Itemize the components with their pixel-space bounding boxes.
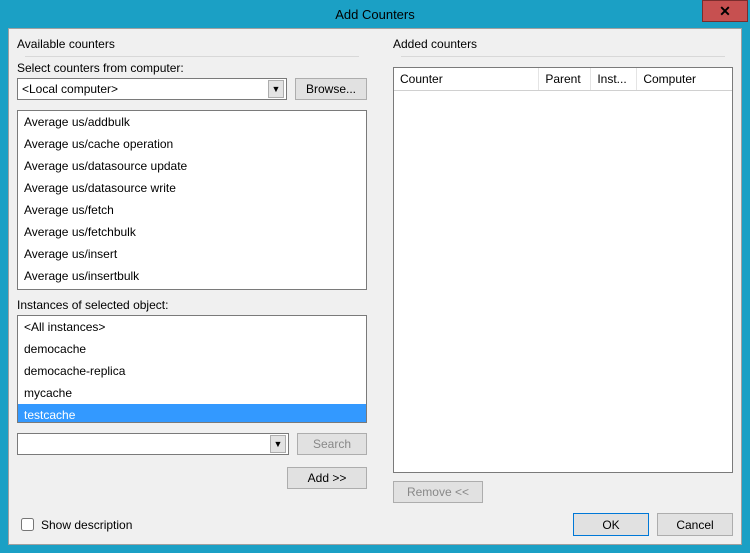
col-counter[interactable]: Counter <box>394 68 539 90</box>
col-computer[interactable]: Computer <box>637 68 732 90</box>
list-item[interactable]: Average us/datasource write <box>18 177 366 199</box>
show-description-checkbox[interactable]: Show description <box>17 515 132 534</box>
select-computer-label: Select counters from computer: <box>17 61 367 75</box>
list-item[interactable]: Average us/Query Execution <box>18 287 366 290</box>
close-icon: ✕ <box>719 3 731 20</box>
ok-button[interactable]: OK <box>573 513 649 536</box>
table-header: Counter Parent Inst... Computer <box>394 68 732 91</box>
show-description-input[interactable] <box>21 518 34 531</box>
list-item[interactable]: Average us/insert <box>18 243 366 265</box>
window-title: Add Counters <box>335 7 415 22</box>
col-parent[interactable]: Parent <box>539 68 591 90</box>
add-button[interactable]: Add >> <box>287 467 367 489</box>
chevron-down-icon: ▼ <box>268 80 284 98</box>
counter-listbox[interactable]: Average us/addbulk Average us/cache oper… <box>17 110 367 290</box>
list-item[interactable]: Average us/datasource update <box>18 155 366 177</box>
browse-button[interactable]: Browse... <box>295 78 367 100</box>
list-item[interactable]: Average us/cache operation <box>18 133 366 155</box>
list-item[interactable]: Average us/insertbulk <box>18 265 366 287</box>
col-inst[interactable]: Inst... <box>591 68 637 90</box>
chevron-down-icon: ▼ <box>270 435 286 453</box>
list-item[interactable]: Average us/addbulk <box>18 111 366 133</box>
search-button[interactable]: Search <box>297 433 367 455</box>
instances-listbox[interactable]: <All instances> democache democache-repl… <box>17 315 367 423</box>
instances-label: Instances of selected object: <box>17 298 367 312</box>
remove-button[interactable]: Remove << <box>393 481 483 503</box>
search-combo[interactable]: ▼ <box>17 433 289 455</box>
computer-combo[interactable]: <Local computer> ▼ <box>17 78 287 100</box>
dialog-footer: Show description OK Cancel <box>17 503 733 536</box>
list-item[interactable]: testcache <box>18 404 366 423</box>
computer-combo-value: <Local computer> <box>22 82 118 96</box>
available-group-title: Available counters <box>17 37 367 51</box>
list-item[interactable]: democache <box>18 338 366 360</box>
client-area: Available counters Select counters from … <box>8 28 742 545</box>
list-item[interactable]: Average us/fetch <box>18 199 366 221</box>
added-table-body <box>394 91 732 472</box>
list-item[interactable]: <All instances> <box>18 316 366 338</box>
added-group-title: Added counters <box>393 37 733 51</box>
list-item[interactable]: Average us/fetchbulk <box>18 221 366 243</box>
added-counters-table[interactable]: Counter Parent Inst... Computer <box>393 67 733 473</box>
show-description-label: Show description <box>41 518 132 532</box>
available-counters-panel: Available counters Select counters from … <box>17 35 367 503</box>
added-counters-panel: Added counters Counter Parent Inst... Co… <box>393 35 733 503</box>
close-button[interactable]: ✕ <box>702 0 748 22</box>
list-item[interactable]: democache-replica <box>18 360 366 382</box>
dialog-window: Add Counters ✕ Available counters Select… <box>0 0 750 553</box>
list-item[interactable]: mycache <box>18 382 366 404</box>
titlebar: Add Counters ✕ <box>0 0 750 28</box>
cancel-button[interactable]: Cancel <box>657 513 733 536</box>
